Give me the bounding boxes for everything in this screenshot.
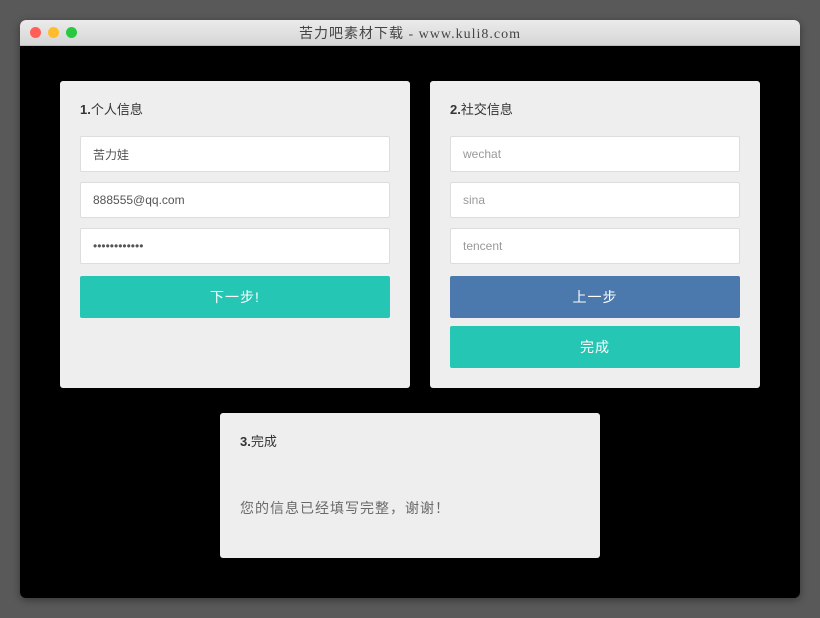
step1-heading: 1.个人信息 <box>80 99 390 118</box>
minimize-icon[interactable] <box>48 27 59 38</box>
close-icon[interactable] <box>30 27 41 38</box>
wechat-input[interactable] <box>450 136 740 172</box>
completion-message: 您的信息已经填写完整，谢谢！ <box>240 468 580 538</box>
content-area: 1.个人信息 下一步! 2.社交信息 上一步 完成 3.完成 您的信息已经填写完… <box>20 46 800 598</box>
traffic-lights <box>30 27 77 38</box>
step3-heading: 3.完成 <box>240 431 580 450</box>
tencent-input[interactable] <box>450 228 740 264</box>
step2-card: 2.社交信息 上一步 完成 <box>430 81 760 388</box>
step2-heading: 2.社交信息 <box>450 99 740 118</box>
app-window: 苦力吧素材下载 - www.kuli8.com 1.个人信息 下一步! 2.社交… <box>20 20 800 598</box>
step3-card: 3.完成 您的信息已经填写完整，谢谢！ <box>220 413 600 558</box>
name-input[interactable] <box>80 136 390 172</box>
password-input[interactable] <box>80 228 390 264</box>
email-input[interactable] <box>80 182 390 218</box>
prev-button[interactable]: 上一步 <box>450 276 740 318</box>
maximize-icon[interactable] <box>66 27 77 38</box>
window-title: 苦力吧素材下载 - www.kuli8.com <box>20 23 800 43</box>
next-button[interactable]: 下一步! <box>80 276 390 318</box>
titlebar: 苦力吧素材下载 - www.kuli8.com <box>20 20 800 46</box>
step1-card: 1.个人信息 下一步! <box>60 81 410 388</box>
sina-input[interactable] <box>450 182 740 218</box>
finish-button[interactable]: 完成 <box>450 326 740 368</box>
